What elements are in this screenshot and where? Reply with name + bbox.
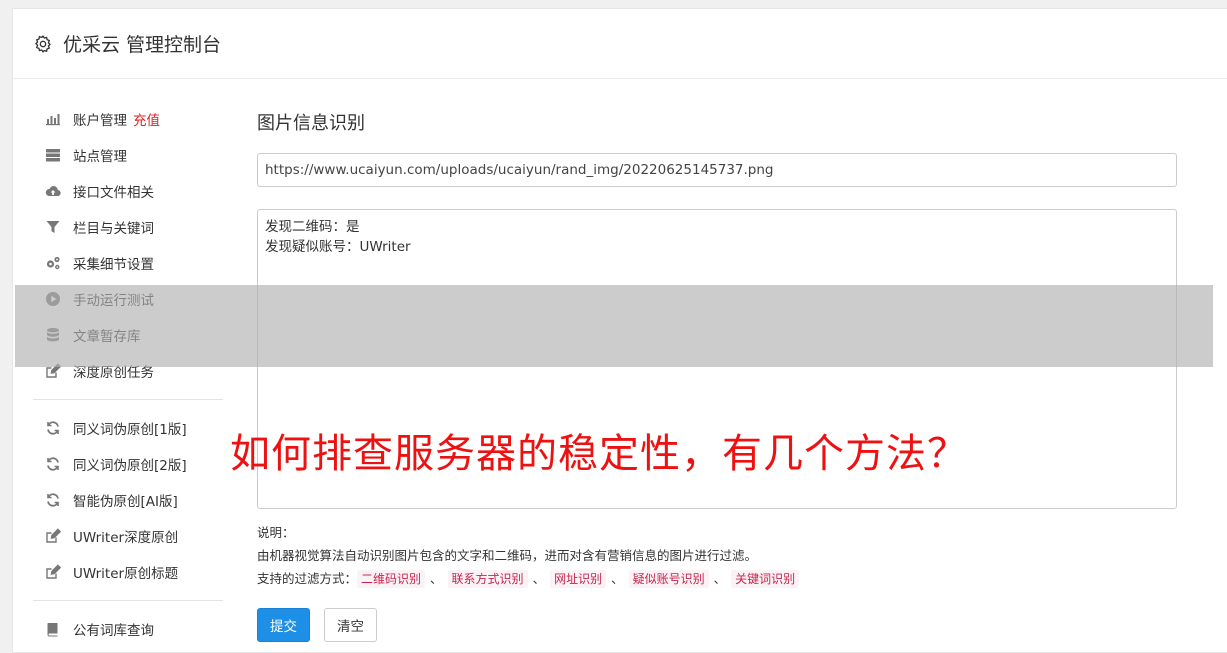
sidebar-item[interactable]: 同义词伪原创[2版] [33, 446, 223, 482]
server-icon [44, 147, 62, 163]
sidebar-item[interactable]: 接口文件相关 [33, 173, 223, 209]
sidebar-divider [33, 600, 223, 601]
sidebar-item[interactable]: UWriter原创标题 [33, 554, 223, 590]
sidebar-item-label: 智能伪原创[AI版] [73, 494, 178, 510]
filter-sep: 、 [713, 571, 727, 586]
recharge-link[interactable]: 充值 [133, 109, 160, 129]
sidebar-item[interactable]: 采集细节设置 [33, 245, 223, 281]
result-line: 发现二维码：是 [265, 219, 360, 235]
filter-tag: 关键词识别 [731, 569, 800, 588]
refresh-icon [44, 492, 62, 508]
sidebar-item-label: 公有词库查询 [73, 623, 154, 639]
edit-icon [44, 564, 62, 580]
sidebar-item-label: 站点管理 [73, 149, 127, 165]
filter-sep: 、 [611, 571, 624, 586]
refresh-icon [44, 456, 62, 472]
notes-label: 说明： [257, 525, 295, 540]
sidebar-item-label: UWriter原创标题 [73, 566, 179, 582]
filter-methods: 支持的过滤方式： 二维码识别 、 联系方式识别 、 网址识别 、 疑似账号识别 … [257, 567, 1177, 590]
gears-icon [44, 255, 62, 271]
filter-tag: 疑似账号识别 [628, 569, 709, 588]
sidebar: 账户管理充值站点管理接口文件相关栏目与关键词采集细节设置手动运行测试文章暂存库深… [33, 101, 223, 647]
sidebar-item[interactable]: 账户管理 充值 [33, 101, 223, 137]
book-icon [44, 621, 62, 637]
refresh-icon [44, 420, 62, 436]
filter-tag: 联系方式识别 [447, 569, 528, 588]
filter-tag: 二维码识别 [357, 569, 426, 588]
result-line: 发现疑似账号：UWriter [265, 239, 411, 255]
filter-tag: 网址识别 [550, 569, 607, 588]
sidebar-divider [33, 399, 223, 400]
sidebar-item-label: 同义词伪原创[1版] [73, 422, 187, 438]
clear-button[interactable]: 清空 [324, 608, 377, 642]
overlay-band [15, 285, 1213, 367]
page-header: 优采云 管理控制台 [13, 9, 1227, 79]
sidebar-item-label: UWriter深度原创 [73, 530, 179, 546]
sidebar-item-label: 同义词伪原创[2版] [73, 458, 187, 474]
cloud-upload-icon [44, 183, 62, 199]
sidebar-item-label: 接口文件相关 [73, 185, 154, 201]
sidebar-item-label: 栏目与关键词 [73, 221, 154, 237]
bar-chart-icon [44, 111, 62, 127]
notes-desc: 由机器视觉算法自动识别图片包含的文字和二维码，进而对含有营销信息的图片进行过滤。 [257, 548, 758, 563]
filter-icon [44, 219, 62, 235]
overlay-caption: 如何排查服务器的稳定性，有几个方法？ [230, 431, 968, 477]
filter-sep: 、 [430, 571, 443, 586]
filter-label: 支持的过滤方式： [257, 571, 358, 586]
gear-icon [33, 34, 53, 54]
main-content: 图片信息识别 发现二维码：是 发现疑似账号：UWriter 说明： 由机器视觉算… [257, 107, 1177, 642]
sidebar-item-label: 账户管理 [73, 113, 127, 129]
notes: 说明： 由机器视觉算法自动识别图片包含的文字和二维码，进而对含有营销信息的图片进… [257, 521, 1177, 590]
sidebar-item[interactable]: 公有词库查询 [33, 611, 223, 647]
section-title: 图片信息识别 [257, 113, 365, 134]
filter-sep: 、 [532, 571, 546, 586]
sidebar-item[interactable]: 智能伪原创[AI版] [33, 482, 223, 518]
sidebar-item[interactable]: UWriter深度原创 [33, 518, 223, 554]
submit-button[interactable]: 提交 [257, 608, 310, 642]
action-buttons: 提交 清空 [257, 608, 1177, 642]
sidebar-item-label: 采集细节设置 [73, 257, 154, 273]
page-title: 优采云 管理控制台 [63, 34, 222, 56]
sidebar-item[interactable]: 同义词伪原创[1版] [33, 410, 223, 446]
edit-icon [44, 528, 62, 544]
sidebar-item[interactable]: 站点管理 [33, 137, 223, 173]
sidebar-item[interactable]: 栏目与关键词 [33, 209, 223, 245]
image-url-input[interactable] [257, 153, 1177, 187]
